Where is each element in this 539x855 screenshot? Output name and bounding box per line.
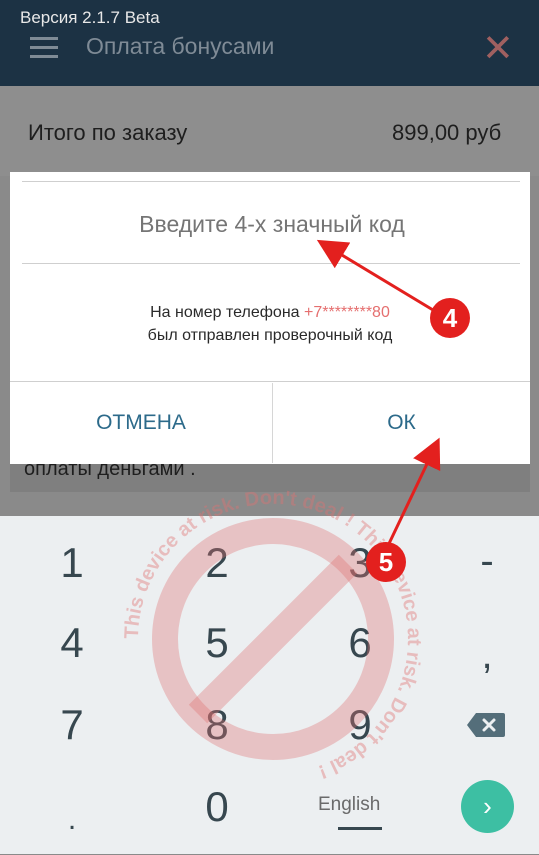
key-8[interactable]: 8 <box>177 690 257 760</box>
key-2[interactable]: 2 <box>177 528 257 598</box>
ok-button[interactable]: ОК <box>273 383 530 463</box>
version-label: Версия 2.1.7 Beta <box>20 8 160 27</box>
divider <box>22 263 520 264</box>
message-line2: был отправлен проверочный код <box>147 327 393 344</box>
key-5[interactable]: 5 <box>177 608 257 678</box>
divider <box>22 181 520 182</box>
language-underline <box>338 827 382 830</box>
annotation-badge-4: 4 <box>430 298 470 338</box>
key-7[interactable]: 7 <box>32 690 112 760</box>
page-title: Оплата бонусами <box>86 33 275 59</box>
key-minus[interactable]: - <box>447 526 527 596</box>
annotation-badge-5: 5 <box>366 542 406 582</box>
divider <box>10 381 530 382</box>
enter-arrow-icon[interactable]: › <box>461 780 514 833</box>
order-total-value: 899,00 руб <box>392 120 502 145</box>
phone-number: +7********80 <box>304 304 390 321</box>
hamburger-menu-icon[interactable] <box>30 34 58 62</box>
order-total-label: Итого по заказу <box>28 120 188 145</box>
cancel-button[interactable]: ОТМЕНА <box>10 383 272 463</box>
dot-key[interactable]: . <box>32 785 112 855</box>
key-1[interactable]: 1 <box>32 528 112 598</box>
key-6[interactable]: 6 <box>320 608 400 678</box>
key-4[interactable]: 4 <box>32 608 112 678</box>
message-prefix: На номер телефона <box>150 304 304 321</box>
backspace-icon[interactable] <box>466 711 506 739</box>
key-comma[interactable]: , <box>447 620 527 690</box>
key-9[interactable]: 9 <box>320 690 400 760</box>
language-switch[interactable]: English <box>318 794 380 816</box>
code-input[interactable] <box>12 198 532 250</box>
key-0[interactable]: 0 <box>177 772 257 842</box>
close-icon[interactable]: ✕ <box>482 30 514 68</box>
